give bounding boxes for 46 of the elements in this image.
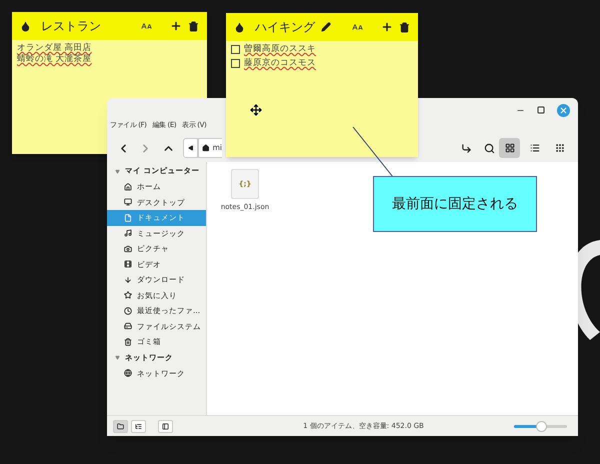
checkbox[interactable]: [231, 59, 240, 68]
note-title: ハイキング: [255, 19, 315, 36]
tree-icon: [135, 422, 142, 430]
music-icon: [124, 229, 132, 238]
note-text-line: 蜻蛉の滝 大瀧茶屋: [17, 54, 93, 65]
status-bar-button[interactable]: [158, 420, 173, 432]
download-icon: [124, 276, 132, 284]
leader-line: [352, 126, 395, 178]
path-toggle-button[interactable]: [183, 138, 198, 158]
sidebar-icon: [162, 422, 169, 430]
color-drop-icon[interactable]: [20, 20, 31, 32]
color-drop-icon[interactable]: [234, 22, 245, 32]
close-button[interactable]: [557, 104, 570, 116]
expander-icon[interactable]: [115, 168, 120, 174]
document-icon: [124, 214, 132, 222]
move-cursor-icon: [250, 104, 262, 116]
checklist-item-text: 藤原京のコスモス: [244, 58, 316, 69]
view-mode-button[interactable]: [499, 138, 520, 158]
network-icon: [124, 369, 132, 378]
delete-icon[interactable]: [399, 22, 410, 32]
note-text-line: オランダ屋 高田店: [17, 43, 93, 54]
expander-icon[interactable]: [115, 355, 120, 360]
search-icon[interactable]: [484, 142, 495, 154]
video-icon: [124, 260, 132, 268]
trash-icon: [124, 338, 132, 346]
compact-view-icon: [554, 143, 564, 153]
favorite-icon: [124, 291, 132, 300]
status-bar-button[interactable]: [113, 420, 128, 432]
font-size-icon[interactable]: [141, 20, 152, 32]
home-icon: [124, 182, 132, 191]
desktop-icon: [124, 198, 132, 206]
note-title: レストラン: [41, 18, 101, 35]
maximize-icon[interactable]: [537, 106, 545, 114]
home-icon: [202, 144, 210, 152]
left-triangle-icon: [188, 145, 194, 151]
add-icon[interactable]: [381, 21, 393, 33]
status-bar-button[interactable]: [131, 420, 146, 432]
close-icon: [559, 106, 568, 114]
font-size-icon[interactable]: [352, 22, 363, 32]
checklist-item-text: 曽爾高原のススキ: [244, 44, 316, 55]
callout-text: 最前面に固定される: [392, 194, 518, 214]
add-icon[interactable]: [170, 20, 182, 32]
grid-view-icon: [504, 143, 514, 153]
zoom-slider-thumb[interactable]: [536, 420, 546, 432]
delete-icon[interactable]: [188, 20, 199, 32]
checkbox[interactable]: [231, 45, 240, 54]
